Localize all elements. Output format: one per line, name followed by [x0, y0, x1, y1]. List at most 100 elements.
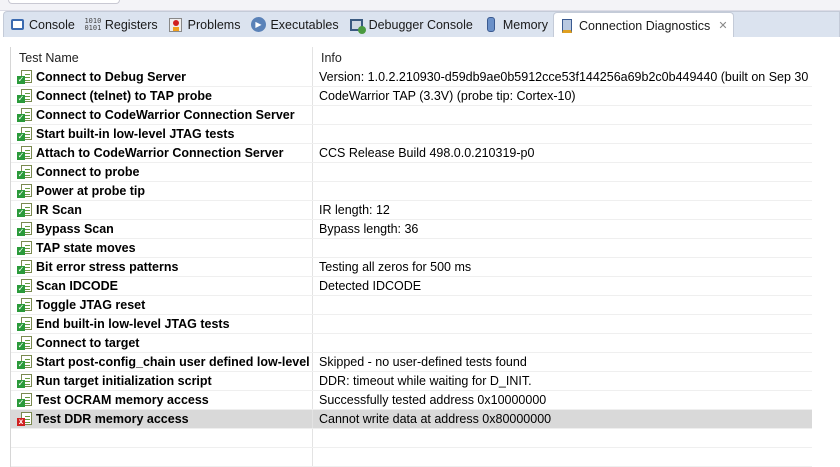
table-header: Test Name Info	[11, 47, 812, 68]
test-name: Connect (telnet) to TAP probe	[36, 89, 212, 103]
info-cell: IR length: 12	[319, 203, 390, 217]
view-tab-bar: Console 1010 0101 Registers Problems ▶ Executa…	[3, 11, 840, 39]
test-name-cell: ✓ Start post-config_chain user defined lo…	[11, 353, 313, 371]
test-name: Connect to target	[36, 336, 140, 350]
tab-connection-diagnostics[interactable]: Connection Diagnostics ✕	[552, 11, 734, 39]
test-name-cell: ✓ Run target initialization script	[11, 372, 313, 390]
test-name: Scan IDCODE	[36, 279, 118, 293]
test-name-cell: x Test DDR memory access	[11, 410, 313, 428]
table-row[interactable]: ✓ Test OCRAM memory access Successfully te…	[11, 391, 812, 410]
test-passed-icon: ✓	[17, 221, 33, 237]
test-passed-icon: ✓	[17, 278, 33, 294]
test-name-cell: ✓ Toggle JTAG reset	[11, 296, 313, 314]
test-name: Toggle JTAG reset	[36, 298, 146, 312]
table-row[interactable]: ✓ Attach to CodeWarrior Connection Server…	[11, 144, 812, 163]
test-passed-icon: ✓	[17, 335, 33, 351]
tab-debugger-console[interactable]: Debugger Console	[344, 12, 478, 38]
column-header-test-name[interactable]: Test Name	[11, 47, 313, 68]
test-name-cell: ✓ Start built-in low-level JTAG tests	[11, 125, 313, 143]
table-row[interactable]: ✓ Connect to target	[11, 334, 812, 353]
test-passed-icon: ✓	[17, 126, 33, 142]
table-row[interactable]: ✓ Connect (telnet) to TAP probe CodeWarrio…	[11, 87, 812, 106]
table-row[interactable]: ✓ TAP state moves	[11, 239, 812, 258]
table-row[interactable]: ✓ End built-in low-level JTAG tests	[11, 315, 812, 334]
table-row[interactable]: x Test DDR memory access Cannot write data…	[11, 410, 812, 429]
info-cell: Version: 1.0.2.210930-d59db9ae0b5912cce5…	[319, 70, 812, 84]
test-passed-icon: ✓	[17, 240, 33, 256]
info-cell	[313, 182, 812, 200]
table-row[interactable]: ✓ Start built-in low-level JTAG tests	[11, 125, 812, 144]
test-name: Run target initialization script	[36, 374, 212, 388]
tab-label: Problems	[187, 17, 241, 32]
tab-console[interactable]: Console	[4, 12, 80, 38]
info-cell	[313, 239, 812, 257]
info-cell: CCS Release Build 498.0.0.210319-p0	[319, 146, 535, 160]
table-row[interactable]: ✓ Toggle JTAG reset	[11, 296, 812, 315]
test-name-cell: ✓ Test OCRAM memory access	[11, 391, 313, 409]
empty-row	[11, 429, 812, 448]
tab-label: Debugger Console	[368, 17, 473, 32]
test-passed-icon: ✓	[17, 183, 33, 199]
test-name-cell: ✓ Connect to Debug Server	[11, 68, 313, 86]
info-cell: Successfully tested address 0x10000000	[319, 393, 547, 407]
empty-row	[11, 448, 812, 467]
test-name: Connect to Debug Server	[36, 70, 187, 84]
test-name-cell: ✓ TAP state moves	[11, 239, 313, 257]
test-name: Power at probe tip	[36, 184, 146, 198]
test-name: Attach to CodeWarrior Connection Server	[36, 146, 284, 160]
info-cell	[313, 296, 812, 314]
test-passed-icon: ✓	[17, 69, 33, 85]
tab-executables[interactable]: ▶ Executables	[245, 12, 343, 38]
test-name-cell: ✓ Connect to probe	[11, 163, 313, 181]
info-cell	[313, 125, 812, 143]
connection-diagnostics-view: Test Name Info ✓ Connect to Debug Server V…	[0, 37, 840, 467]
table-row[interactable]: ✓ Start post-config_chain user defined lo…	[11, 353, 812, 372]
info-cell: Detected IDCODE	[319, 279, 422, 293]
test-passed-icon: ✓	[17, 373, 33, 389]
test-name-cell: ✓ End built-in low-level JTAG tests	[11, 315, 313, 333]
tab-label: Executables	[270, 17, 339, 32]
info-cell: DDR: timeout while waiting for D_INIT.	[319, 374, 532, 388]
test-name-cell: ✓ IR Scan	[11, 201, 313, 219]
table-row[interactable]: ✓ Power at probe tip	[11, 182, 812, 201]
test-passed-icon: ✓	[17, 107, 33, 123]
info-cell: Skipped - no user-defined tests found	[319, 355, 527, 369]
tab-memory[interactable]: Memory	[478, 12, 553, 38]
test-passed-icon: ✓	[17, 354, 33, 370]
editor-tab-remnant[interactable]	[8, 0, 120, 4]
tab-label: Console	[29, 17, 75, 32]
executables-icon: ▶	[250, 17, 266, 33]
tab-registers[interactable]: 1010 0101 Registers	[80, 12, 163, 38]
tab-problems[interactable]: Problems	[163, 12, 246, 38]
table-row[interactable]: ✓ Scan IDCODE Detected IDCODE	[11, 277, 812, 296]
info-cell	[313, 106, 812, 124]
tab-label: Connection Diagnostics	[578, 18, 711, 33]
test-name-cell: ✓ Connect to target	[11, 334, 313, 352]
info-cell	[313, 315, 812, 333]
table-row[interactable]: ✓ Run target initialization script DDR: ti…	[11, 372, 812, 391]
test-name-cell: ✓ Attach to CodeWarrior Connection Server	[11, 144, 313, 162]
registers-icon: 1010 0101	[84, 16, 102, 32]
info-cell	[313, 163, 812, 181]
test-name: Bit error stress patterns	[36, 260, 179, 274]
close-tab-icon[interactable]: ✕	[718, 19, 727, 32]
column-header-info[interactable]: Info	[313, 47, 812, 68]
memory-icon	[483, 17, 499, 33]
table-row[interactable]: ✓ Connect to Debug Server Version: 1.0.2.2…	[11, 68, 812, 87]
test-name-cell: ✓ Connect to CodeWarrior Connection Serve…	[11, 106, 313, 124]
info-cell: CodeWarrior TAP (3.3V) (probe tip: Corte…	[319, 89, 576, 103]
info-cell: Testing all zeros for 500 ms	[319, 260, 472, 274]
test-passed-icon: ✓	[17, 145, 33, 161]
top-editor-strip	[0, 0, 840, 11]
table-row[interactable]: ✓ Bit error stress patterns Testing all ze…	[11, 258, 812, 277]
test-passed-icon: ✓	[17, 259, 33, 275]
table-row[interactable]: ✓ Bypass Scan Bypass length: 36	[11, 220, 812, 239]
test-name-cell: ✓ Connect (telnet) to TAP probe	[11, 87, 313, 105]
console-icon	[9, 17, 25, 33]
test-name: IR Scan	[36, 203, 82, 217]
table-row[interactable]: ✓ Connect to CodeWarrior Connection Serve…	[11, 106, 812, 125]
info-cell	[313, 334, 812, 352]
test-name: Test DDR memory access	[36, 412, 189, 426]
table-row[interactable]: ✓ Connect to probe	[11, 163, 812, 182]
table-row[interactable]: ✓ IR Scan IR length: 12	[11, 201, 812, 220]
